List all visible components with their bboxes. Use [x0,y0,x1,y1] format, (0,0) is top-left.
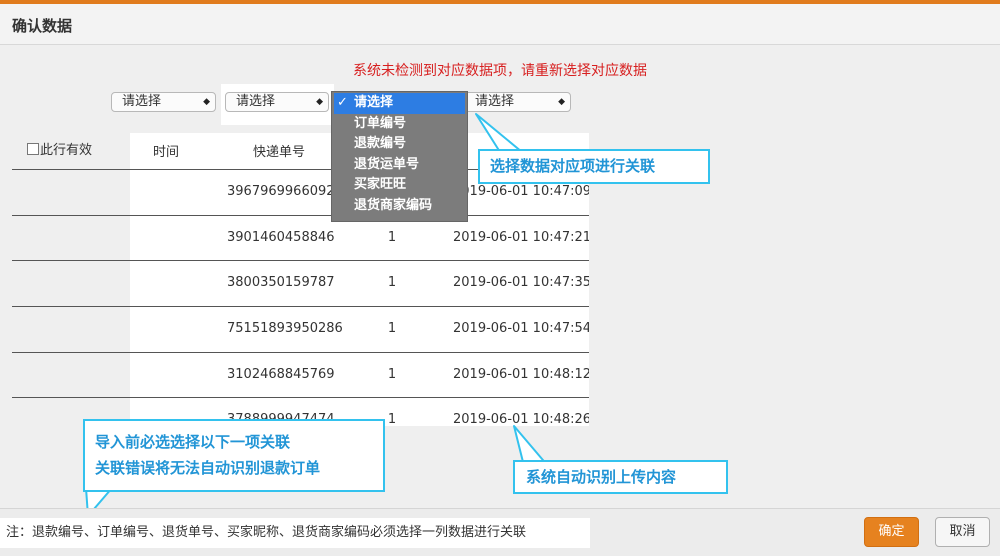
express-number: 3800350159787 [227,275,335,290]
row-quantity: 1 [387,275,397,290]
column-select-3-dropdown[interactable]: ✓ 请选择 订单编号 退款编号 退货运单号 买家旺旺 退货商家编码 [331,91,468,222]
dropdown-option-return-waybill[interactable]: 退货运单号 [332,155,467,176]
checkmark-icon: ✓ [337,95,348,110]
column-select-1[interactable]: 请选择 ◆ [111,92,216,112]
checkbox-box[interactable] [27,143,39,155]
row-divider [12,352,130,353]
table-row: 3800350159787 1 2019-06-01 10:47:35 [130,260,589,305]
cancel-button[interactable]: 取消 [935,517,990,547]
warning-message: 系统未检测到对应数据项，请重新选择对应数据 [353,63,647,79]
express-number: 75151893950286 [227,321,343,336]
dropdown-option-order-no[interactable]: 订单编号 [332,114,467,135]
row-time: 2019-06-01 10:47:21 [453,230,589,245]
row-time: 2019-06-01 10:48:12 [453,367,589,382]
row-divider [12,260,130,261]
dialog-title: 确认数据 [12,17,73,35]
confirm-button[interactable]: 确定 [864,517,919,547]
column-header-time: 时间 [153,145,180,160]
column-header-express: 快递单号 [253,145,306,160]
row-divider [12,215,130,216]
table-row: 3102468845769 1 2019-06-01 10:48:12 [130,352,589,397]
callout-pointer [475,113,523,153]
select-arrow-icon: ◆ [316,97,323,107]
column-select-4-value: 请选择 [475,94,515,109]
callout-select-mapping: 选择数据对应项进行关联 [478,149,710,184]
row-divider [12,306,130,307]
row-quantity: 1 [387,412,397,426]
column-select-1-value: 请选择 [122,94,162,109]
express-number: 3901460458846 [227,230,335,245]
row-quantity: 1 [387,230,397,245]
row-time: 2019-06-01 10:47:54 [453,321,589,336]
row-divider [12,169,130,170]
callout-must-select-line2: 关联错误将无法自动识别退款订单 [95,459,321,477]
express-number: 3102468845769 [227,367,335,382]
select-arrow-icon: ◆ [203,97,210,107]
row-valid-label: 此行有效 [40,143,93,158]
dropdown-option-refund-no[interactable]: 退款编号 [332,134,467,155]
footer-note: 注：退款编号、订单编号、退货单号、买家昵称、退货商家编码必须选择一列数据进行关联 [0,518,590,548]
row-divider [12,397,130,398]
callout-auto-identify: 系统自动识别上传内容 [513,460,728,494]
select-arrow-icon: ◆ [558,97,565,107]
row-quantity: 1 [387,321,397,336]
column-select-4[interactable]: 请选择 ◆ [464,92,571,112]
dialog-header: 确认数据 [0,4,1000,45]
row-valid-checkbox[interactable]: 此行有效 [27,139,92,158]
column-select-2[interactable]: 请选择 ◆ [225,92,329,112]
express-number: 3967969966092 [227,184,335,199]
callout-must-select-line1: 导入前必选选择以下一项关联 [95,433,291,451]
callout-must-select: 导入前必选选择以下一项关联 关联错误将无法自动识别退款订单 [83,419,385,492]
dialog-footer: 注：退款编号、订单编号、退货单号、买家昵称、退货商家编码必须选择一列数据进行关联… [0,508,1000,556]
dropdown-option-buyer-wangwang[interactable]: 买家旺旺 [332,175,467,196]
row-time: 2019-06-01 10:47:35 [453,275,589,290]
row-time: 2019-06-01 10:47:09 [453,184,589,199]
table-row: 75151893950286 1 2019-06-01 10:47:54 [130,306,589,351]
dropdown-option-return-merchant-code[interactable]: 退货商家编码 [332,196,467,217]
dropdown-option-selected[interactable]: ✓ 请选择 [334,93,465,114]
column-select-2-value: 请选择 [236,94,276,109]
row-quantity: 1 [387,367,397,382]
